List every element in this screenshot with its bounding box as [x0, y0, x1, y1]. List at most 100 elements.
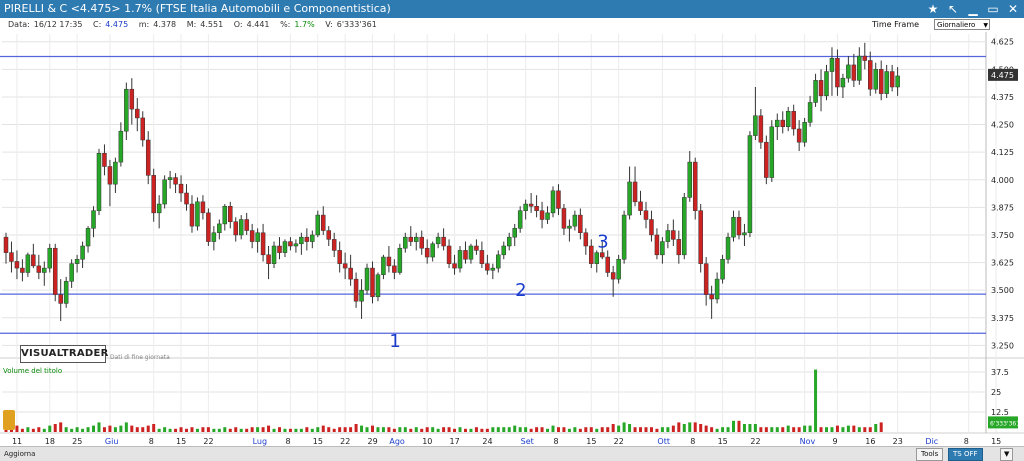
price-tick-label: 4.000 [991, 176, 1014, 185]
candle-body [9, 252, 14, 262]
candle-body [621, 214, 627, 260]
candle-body [818, 80, 824, 97]
timeframe-select[interactable]: Giornaliero ▼ [934, 19, 990, 30]
candle-body [725, 236, 731, 260]
volume-bar [381, 427, 385, 432]
candle-body [151, 175, 156, 214]
window-title: PIRELLI & C <4.475> 1.7% (FTSE Italia Au… [4, 2, 391, 15]
candle-body [435, 236, 441, 245]
ts-off-button[interactable]: TS OFF [948, 448, 983, 461]
candle-body [167, 177, 173, 181]
tools-button[interactable]: Tools [916, 448, 944, 461]
date-tick-label: 23 [893, 437, 903, 446]
candle-body [331, 239, 337, 251]
candle-body [889, 71, 895, 88]
candle-body [862, 55, 868, 61]
restore-icon[interactable]: ▭ [984, 0, 1002, 18]
volume-bar [70, 428, 74, 432]
candle-body [321, 214, 326, 231]
candle-body [228, 206, 233, 222]
date-tick-label: 25 [72, 437, 82, 446]
candle-body [375, 274, 381, 298]
candle-body [277, 245, 282, 253]
star-icon[interactable]: ★ [924, 0, 942, 18]
candle-body [260, 232, 266, 256]
candle-body [479, 250, 485, 264]
candle-body [627, 181, 632, 216]
candle-body [649, 219, 654, 236]
volume-tick-label: 37.5 [991, 368, 1009, 377]
data-note: Dati di fine giornata [110, 354, 170, 361]
volume-bar [748, 424, 752, 432]
pct-label: %: [280, 20, 291, 29]
candle-body [709, 294, 714, 300]
candle-body [654, 234, 660, 256]
candle-body [441, 236, 446, 247]
price-tick-label: 4.250 [991, 121, 1014, 130]
candle-body [895, 75, 900, 88]
volume-bar [343, 427, 347, 432]
candle-body [430, 243, 435, 258]
minimize-icon[interactable]: ▁ [964, 0, 982, 18]
candle-body [682, 197, 687, 256]
volume-bar [299, 428, 303, 432]
candle-body [52, 247, 58, 295]
volume-bar [628, 424, 632, 432]
candle-body [599, 252, 605, 258]
candle-body [457, 250, 463, 269]
candle-body [550, 190, 556, 214]
volume-bar [759, 427, 763, 432]
candle-body [244, 219, 249, 231]
price-chart[interactable]: 4.6254.5004.3754.2504.1254.0003.8753.750… [0, 32, 1024, 446]
candle-body [200, 201, 206, 214]
volume-bar [814, 369, 818, 432]
panel-toggle-icon[interactable] [3, 410, 15, 430]
aggiorna-label[interactable]: Aggiorna [4, 447, 35, 461]
volume-bar [830, 427, 834, 432]
candle-body [785, 111, 791, 127]
candle-body [386, 256, 392, 267]
candle-body [315, 214, 321, 236]
candle-body [528, 203, 534, 207]
volume-value: 6'333'361 [336, 20, 377, 29]
date-tick-label: Lug [253, 437, 267, 446]
volume-bar [578, 428, 582, 432]
date-tick-label: 22 [750, 437, 760, 446]
date-tick-label: 22 [203, 437, 213, 446]
volume-bar [146, 425, 150, 432]
volume-bar [81, 428, 85, 432]
candle-body [556, 190, 561, 209]
volume-tick-label: 25 [991, 388, 1001, 397]
volume-bar [507, 427, 511, 432]
candle-body [337, 250, 342, 264]
resize-arrow-icon[interactable]: ↖ [944, 0, 962, 18]
volume-bar [190, 427, 194, 432]
candle-body [222, 206, 228, 225]
volume-bar [327, 427, 331, 432]
volume-bar [825, 427, 828, 432]
candle-body [884, 71, 889, 94]
chevron-down-icon[interactable]: ▼ [1000, 448, 1014, 461]
candle-body [512, 228, 517, 238]
volume-bar [168, 428, 172, 432]
volume-bar [206, 427, 210, 432]
volume-bar [710, 427, 714, 432]
volume-bar [874, 424, 878, 432]
candle-body [145, 139, 151, 176]
open-label: O: [233, 20, 243, 29]
candle-body [753, 115, 758, 136]
candle-body [113, 161, 118, 185]
volume-bar [97, 422, 101, 432]
candle-body [846, 64, 851, 79]
volume-bar [250, 427, 254, 432]
volume-bar [726, 427, 730, 432]
candle-body [80, 245, 85, 260]
candle-body [764, 141, 769, 178]
wave-annotation: 3 [597, 231, 608, 252]
candle-body [731, 217, 736, 238]
date-tick-label: Giu [105, 437, 119, 446]
candle-body [266, 254, 271, 264]
volume-bar [458, 427, 462, 432]
close-icon[interactable]: ✕ [1004, 0, 1022, 18]
candle-body [249, 230, 255, 242]
